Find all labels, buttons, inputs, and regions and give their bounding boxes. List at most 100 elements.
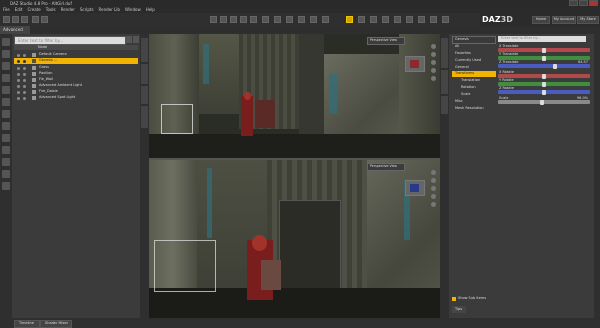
- side-tab[interactable]: [441, 96, 448, 114]
- minimize-icon[interactable]: [569, 0, 578, 6]
- dolly-icon[interactable]: [431, 68, 436, 73]
- close-icon[interactable]: [589, 0, 598, 6]
- save-icon[interactable]: [21, 16, 28, 23]
- scene-filter-input[interactable]: Enter text to filter by...: [14, 36, 126, 45]
- tree-item-misc[interactable]: Misc: [452, 99, 496, 105]
- environment-tab-icon[interactable]: [2, 158, 10, 166]
- universal-tool-icon[interactable]: [210, 16, 217, 23]
- orbit-icon[interactable]: [431, 44, 436, 49]
- tree-item-scale[interactable]: Scale: [458, 92, 496, 98]
- scene-options-icon[interactable]: [126, 36, 132, 43]
- region-navigator-icon[interactable]: [286, 16, 293, 23]
- lock-icon[interactable]: [23, 84, 26, 88]
- side-tab[interactable]: [441, 38, 448, 68]
- lock-icon[interactable]: [23, 72, 26, 76]
- surface-selection-icon[interactable]: [274, 16, 281, 23]
- surfaces-tab-icon[interactable]: [2, 146, 10, 154]
- render-tab-icon[interactable]: [2, 122, 10, 130]
- aniblocks-tab-icon[interactable]: [2, 182, 10, 190]
- tree-item-currently-used[interactable]: Currently Used: [452, 58, 496, 64]
- lock-icon[interactable]: [23, 96, 26, 100]
- orbit-icon[interactable]: [431, 170, 436, 175]
- help-icon[interactable]: [442, 16, 449, 23]
- display-style-icon[interactable]: [406, 16, 413, 23]
- dolly-icon[interactable]: [431, 194, 436, 199]
- parameter-slider[interactable]: Scale 96.0%: [498, 96, 590, 105]
- home-button[interactable]: Home: [532, 16, 550, 24]
- scene-tab-icon[interactable]: [2, 62, 10, 70]
- lock-icon[interactable]: [23, 90, 26, 94]
- scene-row[interactable]: Advanced Spot Light: [14, 95, 138, 101]
- pan-icon[interactable]: [431, 178, 436, 183]
- lock-icon[interactable]: [23, 78, 26, 82]
- lock-icon[interactable]: [23, 59, 26, 63]
- pan-icon[interactable]: [431, 52, 436, 57]
- redo-icon[interactable]: [41, 16, 48, 23]
- visibility-icon[interactable]: [17, 66, 20, 70]
- side-tab[interactable]: [141, 106, 148, 128]
- viewport-top[interactable]: Perspective View: [149, 34, 440, 158]
- spot-render-icon[interactable]: [298, 16, 305, 23]
- parameter-slider[interactable]: X Translate: [498, 44, 590, 53]
- viewport-camera-select[interactable]: Perspective View: [367, 163, 405, 171]
- parameter-slider[interactable]: Z Rotate: [498, 86, 590, 95]
- zoom-icon[interactable]: [431, 60, 436, 65]
- tree-item-favorites[interactable]: Favorites: [452, 51, 496, 57]
- visibility-icon[interactable]: [17, 96, 20, 100]
- presets-tab-icon[interactable]: [2, 74, 10, 82]
- visibility-icon[interactable]: [17, 53, 20, 57]
- content-library-icon[interactable]: [430, 16, 437, 23]
- parameter-filter-input[interactable]: Enter text to filter by...: [498, 36, 586, 42]
- viewport-bottom[interactable]: Perspective View: [149, 158, 440, 318]
- slider-track[interactable]: [498, 64, 590, 68]
- lock-icon[interactable]: [23, 53, 26, 57]
- new-scene-icon[interactable]: [3, 16, 10, 23]
- open-file-icon[interactable]: [12, 16, 19, 23]
- visibility-icon[interactable]: [17, 90, 20, 94]
- tab-shader-mixer[interactable]: Shader Mixer: [40, 320, 72, 328]
- parameter-slider[interactable]: Y Translate: [498, 52, 590, 61]
- render-icon[interactable]: [370, 16, 377, 23]
- joint-editor-icon[interactable]: [262, 16, 269, 23]
- tree-item-rotation[interactable]: Rotation: [458, 85, 496, 91]
- view-cube-icon[interactable]: [405, 56, 425, 72]
- frame-icon[interactable]: [431, 202, 436, 207]
- node-selector[interactable]: Genesis: [452, 36, 496, 44]
- view-cube-icon[interactable]: [405, 180, 425, 196]
- content-library-tab-icon[interactable]: [2, 38, 10, 46]
- tree-item-mesh-resolution[interactable]: Mesh Resolution: [452, 106, 496, 112]
- lock-icon[interactable]: [23, 66, 26, 70]
- light-icon[interactable]: [322, 16, 329, 23]
- side-tab[interactable]: [141, 64, 148, 84]
- slider-knob[interactable]: [540, 99, 545, 105]
- side-tab[interactable]: [141, 38, 148, 62]
- visibility-icon[interactable]: [17, 84, 20, 88]
- slider-knob[interactable]: [552, 63, 557, 69]
- scale-tool-icon[interactable]: [240, 16, 247, 23]
- grid-icon[interactable]: [394, 16, 401, 23]
- tree-item-all[interactable]: All: [452, 44, 496, 50]
- zoom-icon[interactable]: [431, 186, 436, 191]
- frame-icon[interactable]: [431, 76, 436, 81]
- smart-content-tab-icon[interactable]: [2, 50, 10, 58]
- scene-row-selected[interactable]: Genesis ...: [14, 58, 138, 64]
- posing-tab-icon[interactable]: [2, 86, 10, 94]
- side-tab[interactable]: [141, 86, 148, 104]
- aux-viewport-icon[interactable]: [418, 16, 425, 23]
- parameter-slider[interactable]: Z Translate 64.57: [498, 60, 590, 69]
- tree-item-transforms[interactable]: Transforms: [452, 71, 496, 77]
- tree-item-translation[interactable]: Translation: [458, 78, 496, 84]
- active-pose-icon[interactable]: [346, 16, 353, 23]
- visibility-icon[interactable]: [17, 78, 20, 82]
- rotate-tool-icon[interactable]: [230, 16, 237, 23]
- tab-timeline[interactable]: Timeline: [14, 320, 40, 328]
- show-sub-items-checkbox[interactable]: Show Sub Items: [452, 296, 512, 302]
- my-store-button[interactable]: My Store: [577, 16, 599, 24]
- camera-icon[interactable]: [310, 16, 317, 23]
- puppeteer-tab-icon[interactable]: [2, 170, 10, 178]
- maximize-icon[interactable]: [579, 0, 588, 6]
- undo-icon[interactable]: [32, 16, 39, 23]
- scene-menu-icon[interactable]: [133, 36, 139, 43]
- slider-knob[interactable]: [542, 89, 546, 95]
- translate-tool-icon[interactable]: [220, 16, 227, 23]
